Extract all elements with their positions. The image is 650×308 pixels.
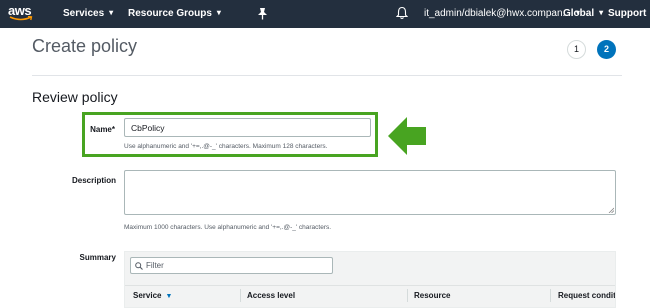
name-input[interactable]: CbPolicy [124,118,371,137]
column-header-resource[interactable]: Resource [414,291,450,300]
chevron-down-icon: ▾ [109,8,114,17]
pin-icon[interactable] [257,7,268,23]
region-menu[interactable]: Global ▾ [563,8,603,19]
green-arrow-left-icon [386,114,428,163]
chevron-down-icon: ▾ [599,8,604,17]
column-separator [240,289,241,302]
search-icon [135,262,143,270]
resource-groups-menu[interactable]: Resource Groups ▾ [128,8,221,19]
divider [32,75,622,76]
summary-label: Summary [79,253,116,262]
summary-table-header: Service ▼ Access level Resource Request c… [125,285,615,307]
filter-input[interactable]: Filter [130,257,333,274]
notifications-bell-icon[interactable] [395,6,409,23]
description-hint: Maximum 1000 characters. Use alphanumeri… [124,224,332,231]
account-menu[interactable]: it_admin/dbialek@hwx.compan... ▾ [424,8,580,19]
column-header-access-level[interactable]: Access level [247,291,295,300]
chevron-down-icon: ▾ [216,8,221,17]
top-navigation-bar: aws Services ▾ Resource Groups ▾ it_admin/… [0,0,650,28]
description-textarea[interactable] [124,170,616,215]
name-hint: Use alphanumeric and '+=,.@-_' character… [124,143,328,150]
summary-table: Filter Service ▼ Access level Resource Re… [124,251,616,308]
services-menu[interactable]: Services ▾ [63,8,113,19]
description-label: Description [71,176,116,185]
sort-descending-icon[interactable]: ▼ [165,293,172,300]
step-2-indicator: 2 [597,40,616,59]
column-separator [550,289,551,302]
smile-arrow-icon [9,16,33,21]
section-title: Review policy [32,89,118,105]
support-menu[interactable]: Support▾ [608,8,650,19]
column-header-service[interactable]: Service ▼ [133,291,172,300]
resize-handle-icon[interactable] [608,207,614,213]
page-title: Create policy [32,36,138,56]
column-separator [407,289,408,302]
column-header-request-conditions[interactable]: Request conditi [558,291,615,300]
name-label: Name* [90,125,115,134]
aws-logo[interactable]: aws [8,3,34,25]
step-1-indicator[interactable]: 1 [567,40,586,59]
